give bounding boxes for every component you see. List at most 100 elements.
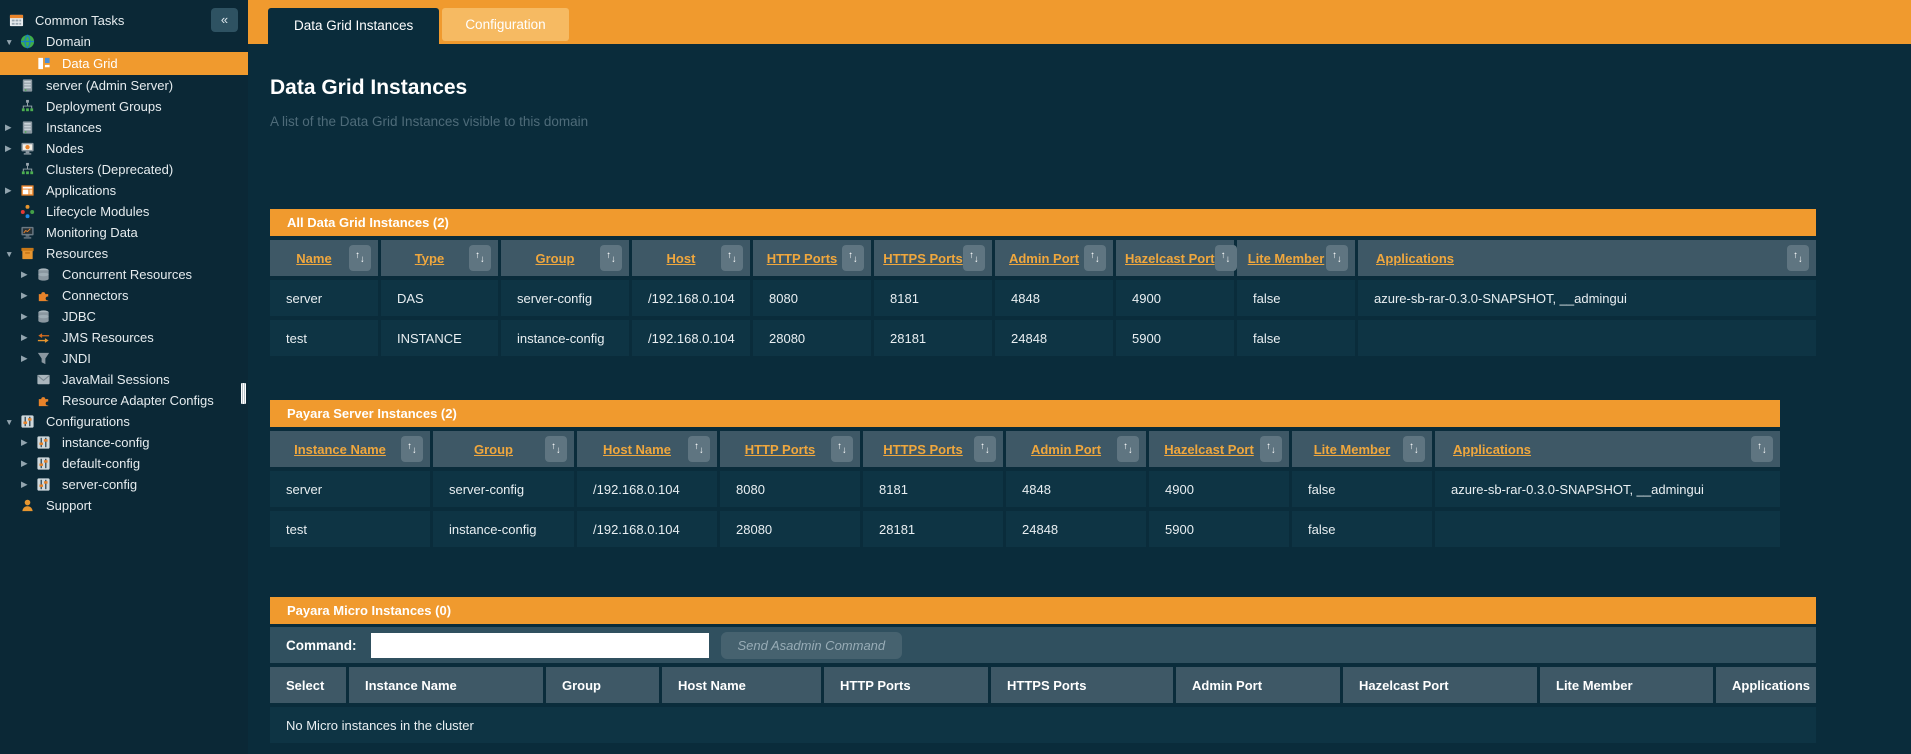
sliders-icon	[36, 435, 51, 450]
caret-right-icon[interactable]: ▶	[20, 353, 36, 364]
column-header-hazelcast-port[interactable]: Hazelcast Port	[1125, 251, 1215, 266]
sidebar-item-label: JDBC	[62, 309, 96, 324]
app-root: « Common Tasks▼DomainData Gridserver (Ad…	[0, 0, 1911, 754]
column-header-http-ports[interactable]: HTTP Ports	[762, 251, 842, 266]
column-header-name[interactable]: Name	[279, 251, 349, 266]
column-header-admin-port[interactable]: Admin Port	[1015, 442, 1117, 457]
column-header-cell-applications: Applications↑↓	[1435, 431, 1780, 467]
sidebar-item-deployment-groups[interactable]: Deployment Groups	[0, 96, 248, 117]
sort-button-hazelcast-port[interactable]: ↑↓	[1215, 245, 1237, 271]
sidebar-item-monitoring-data[interactable]: Monitoring Data	[0, 222, 248, 243]
column-header-https-ports[interactable]: HTTPS Ports	[883, 251, 963, 266]
column-header-cell-hazelcast-port: Hazelcast Port	[1343, 667, 1537, 703]
sidebar-item-instances[interactable]: ▶Instances	[0, 117, 248, 138]
column-header-group[interactable]: Group	[442, 442, 545, 457]
sidebar-collapse-button[interactable]: «	[211, 8, 238, 32]
sidebar-item-lifecycle-modules[interactable]: Lifecycle Modules	[0, 201, 248, 222]
send-asadmin-command-button[interactable]: Send Asadmin Command	[721, 632, 903, 659]
sort-button-name[interactable]: ↑↓	[349, 245, 371, 271]
sidebar-item-resource-adapter-configs[interactable]: Resource Adapter Configs	[0, 390, 248, 411]
sidebar-item-nodes[interactable]: ▶Nodes	[0, 138, 248, 159]
sort-button-applications[interactable]: ↑↓	[1751, 436, 1773, 462]
caret-right-icon[interactable]: ▶	[20, 479, 36, 490]
column-header-cell-instance-name: Instance Name↑↓	[270, 431, 430, 467]
sort-button-admin-port[interactable]: ↑↓	[1117, 436, 1139, 462]
sort-button-admin-port[interactable]: ↑↓	[1084, 245, 1106, 271]
sidebar-item-domain[interactable]: ▼Domain	[0, 31, 248, 52]
sidebar-item-support[interactable]: Support	[0, 495, 248, 516]
sidebar-item-resources[interactable]: ▼Resources	[0, 243, 248, 264]
sidebar-item-label: Connectors	[62, 288, 128, 303]
sidebar-item-label: Applications	[46, 183, 116, 198]
sidebar-item-server-admin-server[interactable]: server (Admin Server)	[0, 75, 248, 96]
sort-button-type[interactable]: ↑↓	[469, 245, 491, 271]
caret-down-icon[interactable]: ▼	[4, 249, 20, 259]
sidebar-item-concurrent-resources[interactable]: ▶ Concurrent Resources	[0, 264, 248, 285]
column-header-hazelcast-port[interactable]: Hazelcast Port	[1158, 442, 1260, 457]
sidebar-item-server-config[interactable]: ▶server-config	[0, 474, 248, 495]
caret-right-icon[interactable]: ▶	[20, 437, 36, 448]
sidebar-item-connectors[interactable]: ▶ Connectors	[0, 285, 248, 306]
caret-right-icon[interactable]: ▶	[20, 290, 36, 301]
caret-down-icon[interactable]: ▼	[4, 417, 20, 427]
caret-right-icon[interactable]: ▶	[20, 269, 36, 280]
caret-right-icon[interactable]: ▶	[20, 311, 36, 322]
sort-button-group[interactable]: ↑↓	[545, 436, 567, 462]
sidebar-item-configurations[interactable]: ▼Configurations	[0, 411, 248, 432]
sort-down-arrow-icon: ↓	[480, 255, 485, 265]
sidebar-item-default-config[interactable]: ▶default-config	[0, 453, 248, 474]
sidebar-item-data-grid[interactable]: Data Grid	[0, 52, 248, 75]
sidebar-item-javamail-sessions[interactable]: JavaMail Sessions	[0, 369, 248, 390]
column-header-applications[interactable]: Applications	[1444, 442, 1751, 457]
column-header-cell-lite-member: Lite Member↑↓	[1237, 240, 1355, 276]
column-header-lite-member[interactable]: Lite Member	[1246, 251, 1326, 266]
column-header-host-name[interactable]: Host Name	[586, 442, 688, 457]
cell-name: test	[270, 320, 378, 356]
tab-configuration[interactable]: Configuration	[442, 8, 568, 41]
sort-button-host[interactable]: ↑↓	[721, 245, 743, 271]
command-input[interactable]	[371, 633, 709, 658]
caret-right-icon[interactable]: ▶	[4, 185, 20, 196]
sort-down-arrow-icon: ↓	[853, 255, 858, 265]
column-header-group[interactable]: Group	[510, 251, 600, 266]
cell-lite-member: false	[1237, 280, 1355, 316]
sort-button-instance-name[interactable]: ↑↓	[401, 436, 423, 462]
tasks-icon	[9, 13, 24, 28]
column-header-type[interactable]: Type	[390, 251, 469, 266]
sidebar-item-label: JMS Resources	[62, 330, 154, 345]
sort-button-https-ports[interactable]: ↑↓	[974, 436, 996, 462]
sidebar-item-jms-resources[interactable]: ▶ JMS Resources	[0, 327, 248, 348]
column-header-host[interactable]: Host	[641, 251, 721, 266]
column-header-instance-name[interactable]: Instance Name	[279, 442, 401, 457]
sort-button-lite-member[interactable]: ↑↓	[1326, 245, 1348, 271]
sort-button-http-ports[interactable]: ↑↓	[831, 436, 853, 462]
sort-button-host-name[interactable]: ↑↓	[688, 436, 710, 462]
tab-data-grid-instances[interactable]: Data Grid Instances	[268, 8, 439, 44]
sort-button-hazelcast-port[interactable]: ↑↓	[1260, 436, 1282, 462]
column-header-hazelcast-port: Hazelcast Port	[1359, 678, 1537, 693]
column-header-https-ports[interactable]: HTTPS Ports	[872, 442, 974, 457]
caret-right-icon[interactable]: ▶	[4, 143, 20, 154]
column-header-lite-member[interactable]: Lite Member	[1301, 442, 1403, 457]
column-header-admin-port[interactable]: Admin Port	[1004, 251, 1084, 266]
sidebar-item-label: Concurrent Resources	[62, 267, 192, 282]
sort-button-https-ports[interactable]: ↑↓	[963, 245, 985, 271]
box-icon	[20, 246, 35, 261]
caret-right-icon[interactable]: ▶	[20, 332, 36, 343]
sidebar-item-jndi[interactable]: ▶JNDI	[0, 348, 248, 369]
caret-right-icon[interactable]: ▶	[4, 122, 20, 133]
sort-button-lite-member[interactable]: ↑↓	[1403, 436, 1425, 462]
column-header-http-ports[interactable]: HTTP Ports	[729, 442, 831, 457]
sidebar-item-jdbc[interactable]: ▶ JDBC	[0, 306, 248, 327]
sidebar-item-applications[interactable]: ▶ Applications	[0, 180, 248, 201]
caret-down-icon[interactable]: ▼	[4, 37, 20, 47]
sidebar-scrollbar-thumb[interactable]	[241, 383, 246, 404]
caret-right-icon[interactable]: ▶	[20, 458, 36, 469]
sort-button-group[interactable]: ↑↓	[600, 245, 622, 271]
column-header-applications[interactable]: Applications	[1367, 251, 1787, 266]
cell-applications	[1435, 511, 1780, 547]
sort-button-applications[interactable]: ↑↓	[1787, 245, 1809, 271]
sidebar-item-instance-config[interactable]: ▶instance-config	[0, 432, 248, 453]
sort-button-http-ports[interactable]: ↑↓	[842, 245, 864, 271]
sidebar-item-clusters-deprecated[interactable]: Clusters (Deprecated)	[0, 159, 248, 180]
